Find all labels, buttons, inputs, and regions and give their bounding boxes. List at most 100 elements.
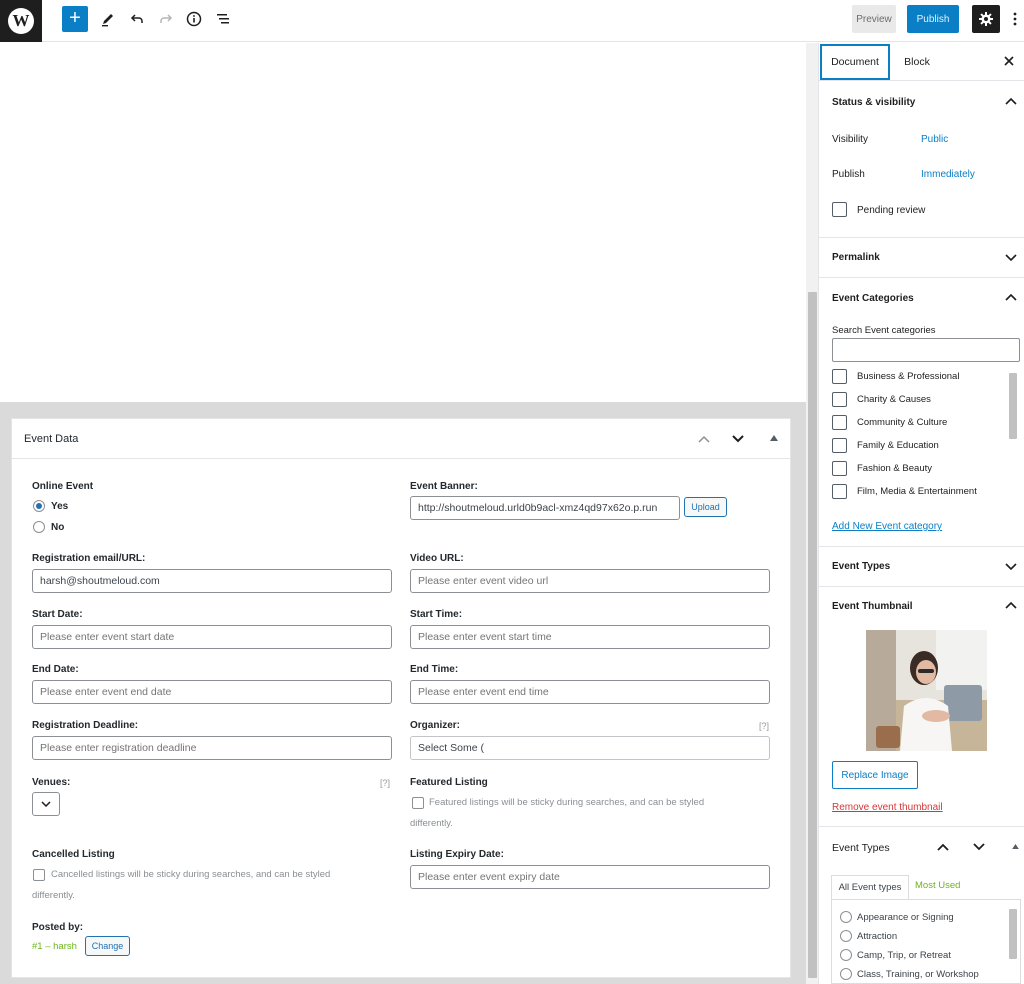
close-icon[interactable] bbox=[1003, 55, 1015, 67]
chevron-down-icon bbox=[41, 801, 51, 807]
online-event-no-label: No bbox=[51, 522, 65, 533]
edit-tools-icon[interactable] bbox=[97, 8, 119, 30]
start-date-label: Start Date: bbox=[32, 609, 83, 620]
pending-review-checkbox[interactable] bbox=[832, 202, 847, 217]
category-checkbox[interactable] bbox=[832, 461, 847, 476]
category-label: Film, Media & Entertainment bbox=[857, 486, 977, 497]
event-types-scrollbar[interactable] bbox=[1009, 909, 1017, 959]
change-author-button[interactable]: Change bbox=[85, 936, 130, 956]
wordpress-logo[interactable]: W bbox=[0, 0, 42, 42]
visibility-label: Visibility bbox=[832, 134, 868, 145]
category-label: Family & Education bbox=[857, 440, 939, 451]
search-categories-label: Search Event categories bbox=[832, 325, 936, 336]
tab-block[interactable]: Block bbox=[897, 44, 937, 80]
registration-deadline-input[interactable]: Please enter registration deadline bbox=[32, 736, 392, 760]
divider bbox=[819, 826, 1024, 827]
expiry-date-label: Listing Expiry Date: bbox=[410, 849, 504, 860]
pending-review-label: Pending review bbox=[857, 205, 926, 216]
venues-help[interactable]: [?] bbox=[380, 778, 390, 788]
remove-thumbnail-link[interactable]: Remove event thumbnail bbox=[832, 802, 943, 813]
chevron-up-icon[interactable] bbox=[1005, 601, 1017, 609]
replace-image-button[interactable]: Replace Image bbox=[832, 761, 918, 789]
cancelled-listing-checkbox[interactable] bbox=[33, 869, 45, 881]
event-data-panel: Event Data Online Event Yes No Registrat… bbox=[11, 418, 791, 978]
event-banner-label: Event Banner: bbox=[410, 481, 478, 492]
event-thumbnail-image[interactable] bbox=[866, 630, 987, 751]
event-thumbnail-title[interactable]: Event Thumbnail bbox=[832, 601, 913, 612]
move-up-icon[interactable] bbox=[937, 843, 949, 851]
collapse-toggle-icon[interactable] bbox=[1012, 844, 1019, 849]
editor-scrollbar-thumb[interactable] bbox=[808, 292, 817, 978]
divider bbox=[819, 277, 1024, 278]
event-banner-input[interactable]: http://shoutmeloud.urld0b9acl-xmz4qd97x6… bbox=[410, 496, 680, 520]
publish-date-link[interactable]: Immediately bbox=[921, 169, 975, 180]
upload-banner-button[interactable]: Upload bbox=[684, 497, 727, 517]
tab-document[interactable]: Document bbox=[820, 44, 890, 80]
add-block-button[interactable]: + bbox=[62, 6, 88, 32]
tab-most-used[interactable]: Most Used bbox=[915, 880, 960, 891]
category-checkbox[interactable] bbox=[832, 369, 847, 384]
event-type-radio[interactable] bbox=[840, 930, 852, 942]
end-time-label: End Time: bbox=[410, 664, 459, 675]
status-visibility-title[interactable]: Status & visibility bbox=[832, 97, 915, 108]
start-time-input[interactable]: Please enter event start time bbox=[410, 625, 770, 649]
chevron-up-icon[interactable] bbox=[1005, 293, 1017, 301]
move-up-icon[interactable] bbox=[698, 435, 710, 443]
event-type-radio[interactable] bbox=[840, 949, 852, 961]
more-options-button[interactable] bbox=[1008, 8, 1022, 30]
featured-listing-label: Featured Listing bbox=[410, 777, 488, 788]
gear-icon bbox=[979, 12, 993, 26]
event-type-label: Class, Training, or Workshop bbox=[857, 969, 979, 980]
start-date-input[interactable]: Please enter event start date bbox=[32, 625, 392, 649]
category-label: Community & Culture bbox=[857, 417, 948, 428]
category-checkbox[interactable] bbox=[832, 392, 847, 407]
event-type-radio[interactable] bbox=[840, 911, 852, 923]
category-checkbox[interactable] bbox=[832, 484, 847, 499]
chevron-down-icon[interactable] bbox=[1005, 563, 1017, 571]
undo-icon[interactable] bbox=[126, 8, 148, 30]
organizer-select[interactable]: Select Some ( bbox=[410, 736, 770, 760]
list-view-icon[interactable] bbox=[212, 8, 234, 30]
info-icon[interactable] bbox=[183, 8, 205, 30]
featured-listing-checkbox[interactable] bbox=[412, 797, 424, 809]
category-label: Fashion & Beauty bbox=[857, 463, 932, 474]
tab-all-event-types[interactable]: All Event types bbox=[831, 875, 909, 899]
publish-button[interactable]: Publish bbox=[907, 5, 959, 33]
online-event-no-radio[interactable] bbox=[33, 521, 45, 533]
venues-label: Venues: bbox=[32, 777, 71, 788]
thumbnail-photo bbox=[866, 630, 987, 751]
move-down-icon[interactable] bbox=[732, 435, 744, 443]
registration-label: Registration email/URL: bbox=[32, 553, 146, 564]
video-url-label: Video URL: bbox=[410, 553, 464, 564]
chevron-up-icon[interactable] bbox=[1005, 97, 1017, 105]
venues-select[interactable] bbox=[32, 792, 60, 816]
online-event-yes-radio[interactable] bbox=[33, 500, 45, 512]
end-time-input[interactable]: Please enter event end time bbox=[410, 680, 770, 704]
expiry-date-input[interactable]: Please enter event expiry date bbox=[410, 865, 770, 889]
event-data-header[interactable]: Event Data bbox=[12, 419, 790, 459]
move-down-icon[interactable] bbox=[973, 843, 985, 851]
collapse-toggle-icon[interactable] bbox=[770, 435, 778, 441]
sidebar-tabs: Document Block bbox=[819, 43, 1024, 81]
add-new-category-link[interactable]: Add New Event category bbox=[832, 521, 942, 532]
categories-scrollbar[interactable] bbox=[1009, 373, 1017, 439]
divider bbox=[819, 546, 1024, 547]
search-categories-input[interactable] bbox=[832, 338, 1020, 362]
video-url-input[interactable]: Please enter event video url bbox=[410, 569, 770, 593]
category-checkbox[interactable] bbox=[832, 438, 847, 453]
end-date-input[interactable]: Please enter event end date bbox=[32, 680, 392, 704]
chevron-down-icon[interactable] bbox=[1005, 254, 1017, 262]
category-checkbox[interactable] bbox=[832, 415, 847, 430]
editor-canvas[interactable] bbox=[0, 43, 806, 405]
event-types-title[interactable]: Event Types bbox=[832, 561, 890, 572]
redo-icon[interactable] bbox=[155, 8, 177, 30]
permalink-title[interactable]: Permalink bbox=[832, 252, 880, 263]
event-categories-title[interactable]: Event Categories bbox=[832, 293, 914, 304]
registration-email-input[interactable]: harsh@shoutmeloud.com bbox=[32, 569, 392, 593]
posted-by-author-link[interactable]: #1 – harsh bbox=[32, 941, 77, 952]
settings-button[interactable] bbox=[972, 5, 1000, 33]
preview-button[interactable]: Preview bbox=[852, 5, 896, 33]
organizer-help[interactable]: [?] bbox=[759, 721, 769, 731]
event-type-radio[interactable] bbox=[840, 968, 852, 980]
visibility-value-link[interactable]: Public bbox=[921, 134, 948, 145]
